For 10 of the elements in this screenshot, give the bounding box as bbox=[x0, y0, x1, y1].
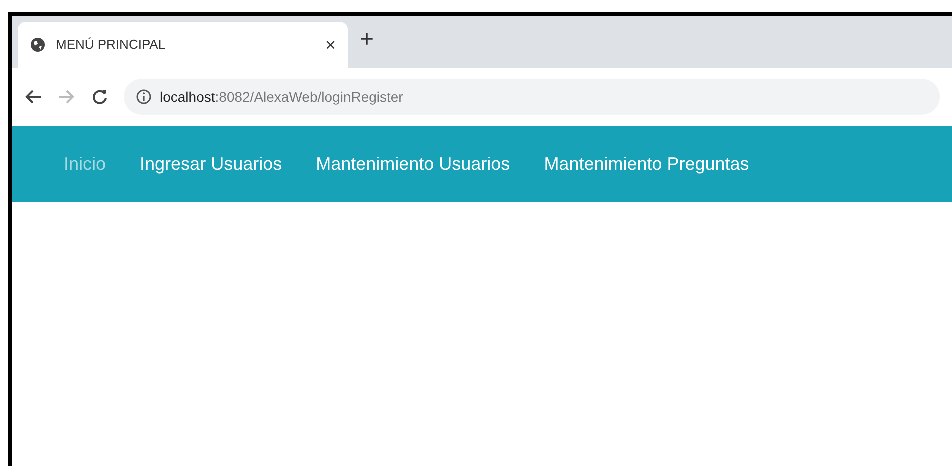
address-bar[interactable]: localhost:8082/AlexaWeb/loginRegister bbox=[124, 79, 940, 115]
tab-title: MENÚ PRINCIPAL bbox=[56, 36, 167, 54]
close-tab-button[interactable]: × bbox=[325, 32, 336, 58]
info-icon bbox=[136, 89, 152, 105]
reload-icon[interactable] bbox=[92, 89, 108, 105]
url-text: localhost:8082/AlexaWeb/loginRegister bbox=[160, 88, 404, 107]
browser-tab[interactable]: MENÚ PRINCIPAL × bbox=[18, 22, 348, 68]
new-tab-button[interactable]: + bbox=[360, 22, 374, 58]
back-arrow-icon[interactable] bbox=[24, 89, 42, 105]
globe-icon bbox=[30, 37, 46, 53]
